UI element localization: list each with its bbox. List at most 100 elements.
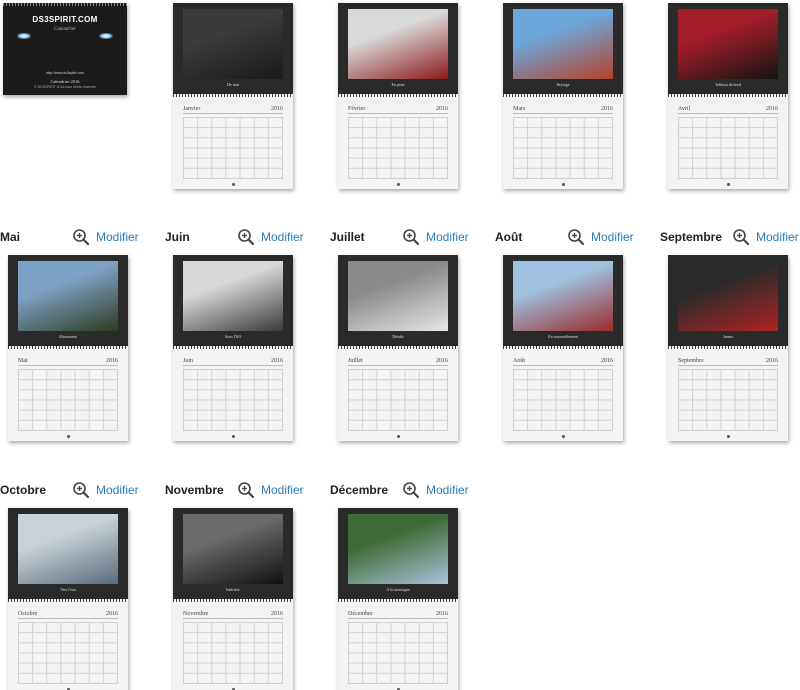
modify-button[interactable]: Modifier <box>402 481 469 499</box>
calendar-thumbnail-août[interactable]: En rassemblement Août 2016 <box>503 255 623 441</box>
modify-button[interactable]: Modifier <box>72 481 139 499</box>
calendar-day-grid <box>678 369 778 431</box>
calendar-grid-header: Décembre 2016 <box>348 611 448 619</box>
calendar-day-grid <box>348 622 448 684</box>
month-header: Juin Modifier <box>165 228 325 246</box>
grid-month-name: Novembre <box>183 611 209 617</box>
month-header: Octobre Modifier <box>0 481 160 499</box>
hanging-hole <box>397 183 400 186</box>
grid-month-name: Décembre <box>348 611 373 617</box>
photo-frame: En piste <box>338 3 458 95</box>
zoom-in-icon <box>238 482 255 499</box>
month-label: Septembre <box>660 230 723 244</box>
modify-button[interactable]: Modifier <box>402 228 469 246</box>
photo-caption: Jantes <box>723 334 733 339</box>
spiral-binding <box>668 346 788 349</box>
photo-frame: Détails <box>338 255 458 347</box>
grid-month-name: Septembre <box>678 358 704 364</box>
modify-button[interactable]: Modifier <box>732 228 799 246</box>
cover-script: Calendrier <box>54 27 76 32</box>
hanging-hole <box>562 183 565 186</box>
month-photo <box>513 9 613 79</box>
grid-year: 2016 <box>766 358 778 364</box>
calendar-cover[interactable]: DS3SPIRIT.COM Calendrier http://www.ds3s… <box>3 3 127 95</box>
grid-month-name: Mars <box>513 106 526 112</box>
calendar-grid-header: Février 2016 <box>348 106 448 114</box>
grid-year: 2016 <box>106 358 118 364</box>
month-header: Novembre Modifier <box>165 481 325 499</box>
calendar-grid-header: Avril 2016 <box>678 106 778 114</box>
spiral-binding <box>173 599 293 602</box>
calendar-day-grid <box>678 117 778 179</box>
grid-year: 2016 <box>271 106 283 112</box>
calendar-day-grid <box>348 369 448 431</box>
month-header: Décembre Modifier <box>330 481 490 499</box>
hanging-hole <box>727 183 730 186</box>
grid-month-name: Octobre <box>18 611 38 617</box>
hanging-hole <box>232 183 235 186</box>
calendar-day-grid <box>183 117 283 179</box>
photo-frame: Intérieur <box>173 508 293 600</box>
calendar-thumbnail-juillet[interactable]: Détails Juillet 2016 <box>338 255 458 441</box>
hanging-hole <box>397 435 400 438</box>
photo-caption: Vers l'eau <box>60 587 76 592</box>
month-label: Novembre <box>165 483 224 497</box>
photo-caption: Monument <box>59 334 77 339</box>
photo-frame: Sous DS3 <box>173 255 293 347</box>
cover-logo: DS3SPIRIT.COM <box>32 15 98 24</box>
calendar-grid-header: Juin 2016 <box>183 358 283 366</box>
spiral-binding <box>668 94 788 97</box>
spiral-binding <box>338 599 458 602</box>
modify-button[interactable]: Modifier <box>237 481 304 499</box>
photo-frame: Jantes <box>668 255 788 347</box>
cover-binding <box>3 3 127 6</box>
grid-year: 2016 <box>601 106 613 112</box>
calendar-thumbnail-juin[interactable]: Sous DS3 Juin 2016 <box>173 255 293 441</box>
calendar-thumbnail-avril[interactable]: Tableau de bord Avril 2016 <box>668 3 788 189</box>
grid-year: 2016 <box>271 358 283 364</box>
calendar-grid-header: Juillet 2016 <box>348 358 448 366</box>
photo-caption: De nuit <box>227 82 239 87</box>
calendar-thumbnail-février[interactable]: En piste Février 2016 <box>338 3 458 189</box>
month-header: Août Modifier <box>495 228 655 246</box>
hanging-hole <box>232 435 235 438</box>
grid-month-name: Juin <box>183 358 194 364</box>
modify-button[interactable]: Modifier <box>72 228 139 246</box>
cover-site: http://www.ds3spirit.com <box>46 71 84 75</box>
month-photo <box>183 261 283 331</box>
modify-label: Modifier <box>261 483 304 497</box>
modify-button[interactable]: Modifier <box>237 228 304 246</box>
photo-caption: Intérieur <box>226 587 240 592</box>
month-label: Juin <box>165 230 190 244</box>
modify-label: Modifier <box>756 230 799 244</box>
modify-button[interactable]: Modifier <box>567 228 634 246</box>
calendar-thumbnail-mars[interactable]: Paysage Mars 2016 <box>503 3 623 189</box>
calendar-thumbnail-décembre[interactable]: A la montagne Décembre 2016 <box>338 508 458 690</box>
photo-frame: Monument <box>8 255 128 347</box>
photo-caption: En piste <box>391 82 405 87</box>
modify-label: Modifier <box>96 230 139 244</box>
calendar-grid-header: Octobre 2016 <box>18 611 118 619</box>
grid-month-name: Mai <box>18 358 28 364</box>
month-label: Mai <box>0 230 21 244</box>
grid-month-name: Janvier <box>183 106 201 112</box>
month-photo <box>678 9 778 79</box>
calendar-thumbnail-novembre[interactable]: Intérieur Novembre 2016 <box>173 508 293 690</box>
calendar-day-grid <box>183 369 283 431</box>
photo-frame: Tableau de bord <box>668 3 788 95</box>
photo-caption: En rassemblement <box>548 334 578 339</box>
calendar-day-grid <box>183 622 283 684</box>
calendar-grid-header: Septembre 2016 <box>678 358 778 366</box>
zoom-in-icon <box>238 229 255 246</box>
month-photo <box>513 261 613 331</box>
calendar-page-overview: DS3SPIRIT.COM Calendrier http://www.ds3s… <box>0 0 800 690</box>
calendar-thumbnail-septembre[interactable]: Jantes Septembre 2016 <box>668 255 788 441</box>
calendar-thumbnail-octobre[interactable]: Vers l'eau Octobre 2016 <box>8 508 128 690</box>
photo-caption: Sous DS3 <box>225 334 241 339</box>
hanging-hole <box>562 435 565 438</box>
calendar-thumbnail-janvier[interactable]: De nuit Janvier 2016 <box>173 3 293 189</box>
calendar-thumbnail-mai[interactable]: Monument Mai 2016 <box>8 255 128 441</box>
zoom-in-icon <box>403 482 420 499</box>
photo-frame: Paysage <box>503 3 623 95</box>
cover-copyright: © DS3SPIRIT 2016 tous droits réservés <box>34 85 96 89</box>
